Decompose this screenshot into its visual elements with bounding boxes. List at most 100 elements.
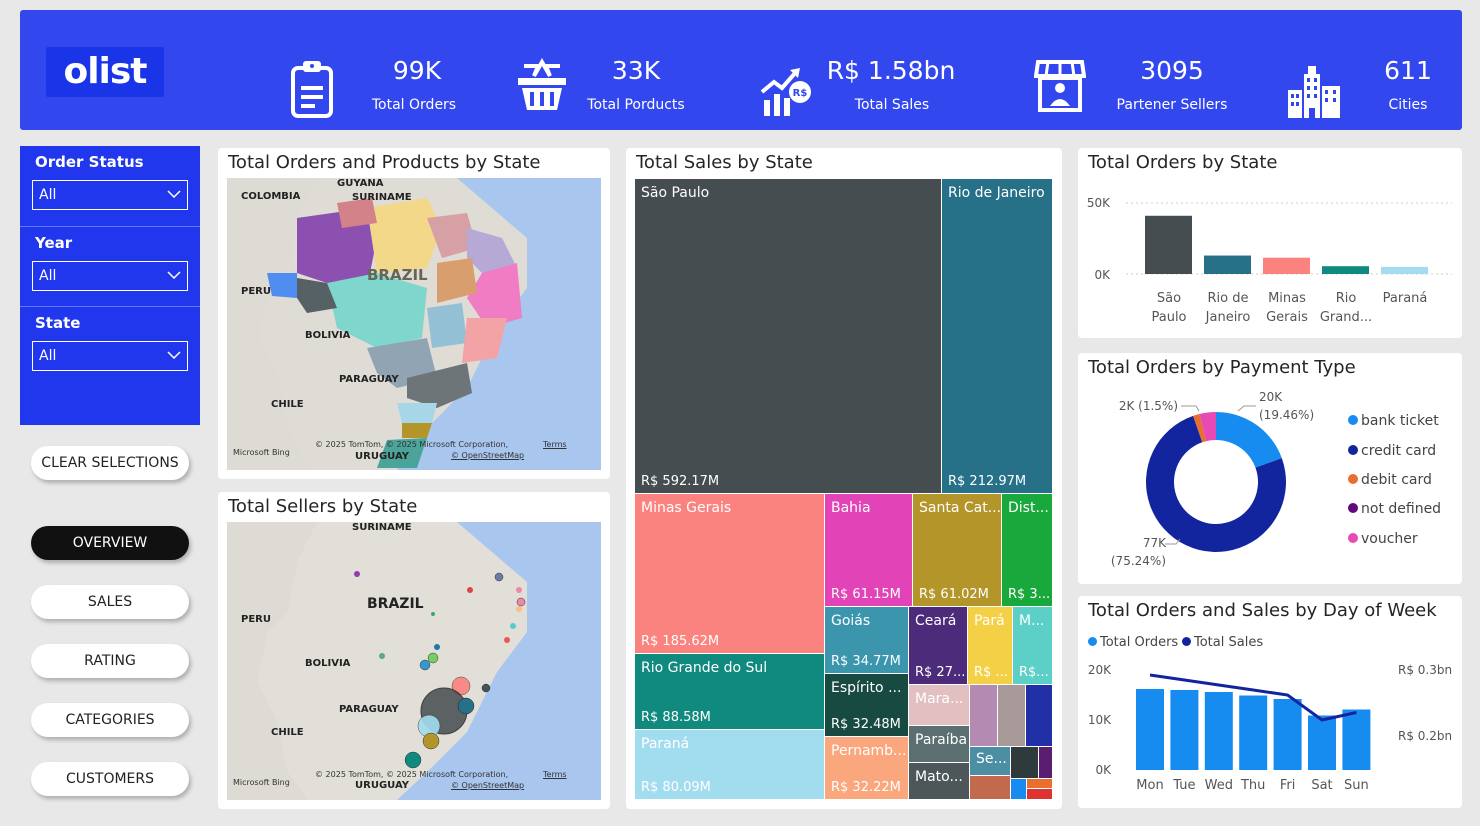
- legend-voucher[interactable]: voucher: [1348, 531, 1418, 547]
- tile-name: M...: [1019, 613, 1045, 629]
- sellers-bubble-map[interactable]: SURINAME BRAZIL PERU BOLIVIA PARAGUAY CH…: [227, 522, 601, 800]
- tile-value: R$...: [1019, 665, 1049, 680]
- clear-selections-button[interactable]: CLEAR SELECTIONS: [31, 446, 189, 480]
- tile-paraiba[interactable]: Paraíba: [909, 726, 969, 762]
- card-title: Total Orders and Products by State: [228, 152, 541, 173]
- tile-sao-paulo[interactable]: São Paulo R$ 592.17M: [635, 179, 941, 493]
- y-tick: 0K: [1094, 268, 1111, 282]
- kpi-value: 99K: [392, 56, 442, 85]
- map-label: BOLIVIA: [305, 658, 351, 669]
- nav-sales-button[interactable]: SALES: [31, 585, 189, 619]
- nav-customers-button[interactable]: CUSTOMERS: [31, 762, 189, 796]
- legend-label: credit card: [1361, 443, 1437, 459]
- osm-link[interactable]: © OpenStreetMap: [451, 451, 524, 460]
- state-filled-map[interactable]: GUYANA COLOMBIA SURINAME BRAZIL PERU BOL…: [227, 178, 601, 470]
- kpi-value: 3095: [1140, 56, 1204, 85]
- orders-by-state-chart[interactable]: 50K 0K São Paulo Rio de Janeiro Minas Ge…: [1078, 148, 1462, 338]
- bar-4[interactable]: [1381, 266, 1428, 274]
- bar-0[interactable]: [1145, 215, 1192, 274]
- nav-rating-button[interactable]: RATING: [31, 644, 189, 678]
- bar-1[interactable]: [1204, 255, 1251, 274]
- tile-name: Pará: [974, 613, 1005, 629]
- bar-Mon[interactable]: [1136, 689, 1164, 770]
- tile-name: Se...: [976, 751, 1007, 767]
- legend-debit-card[interactable]: debit card: [1348, 472, 1432, 488]
- tile-small-state[interactable]: [1027, 789, 1052, 799]
- tile-name: São Paulo: [641, 185, 710, 201]
- state-dropdown[interactable]: All: [32, 341, 188, 371]
- tile-maranhao[interactable]: Mara...: [909, 685, 969, 725]
- terms-link[interactable]: Terms: [543, 440, 567, 449]
- map-label: PERU: [241, 614, 271, 625]
- tile-value: R$ 88.58M: [641, 710, 711, 725]
- x-tick: Janeiro: [1205, 310, 1251, 325]
- map-label: URUGUAY: [355, 451, 409, 462]
- nav-overview-button[interactable]: OVERVIEW: [31, 526, 189, 560]
- year-dropdown[interactable]: All: [32, 261, 188, 291]
- svg-text:R$: R$: [793, 88, 808, 99]
- legend-credit-card[interactable]: credit card: [1348, 443, 1436, 459]
- bar-Sun[interactable]: [1342, 709, 1371, 771]
- x-tick: Mon: [1136, 778, 1163, 793]
- tile-bahia[interactable]: Bahia R$ 61.15M: [825, 494, 912, 606]
- tile-mato-grosso-do-sul[interactable]: M... R$...: [1013, 607, 1052, 684]
- tile-small-state[interactable]: [998, 685, 1025, 746]
- osm-link[interactable]: © OpenStreetMap: [451, 781, 524, 790]
- bar-3[interactable]: [1322, 266, 1369, 274]
- tile-value: R$ 32.48M: [831, 717, 901, 732]
- chevron-down-icon: [167, 190, 181, 198]
- bar-2[interactable]: [1263, 257, 1310, 274]
- tile-small-state[interactable]: [970, 685, 997, 746]
- x-tick: Tue: [1172, 778, 1195, 793]
- tile-value: R$ 80.09M: [641, 780, 711, 795]
- tile-santa-catarina[interactable]: Santa Cat... R$ 61.02M: [913, 494, 1001, 606]
- bar-Fri[interactable]: [1273, 699, 1302, 770]
- tile-ceara[interactable]: Ceará R$ 27...: [909, 607, 967, 684]
- tile-small-state[interactable]: [1039, 747, 1052, 778]
- nav-categories-button[interactable]: CATEGORIES: [31, 703, 189, 737]
- map-label: URUGUAY: [355, 780, 409, 791]
- map-label: PERU: [241, 286, 271, 297]
- clipboard-icon: [291, 61, 333, 118]
- tile-name: Rio de Janeiro: [948, 185, 1045, 201]
- tile-name: Pernamb...: [831, 743, 907, 759]
- tile-goias[interactable]: Goiás R$ 34.77M: [825, 607, 908, 673]
- bar-Wed[interactable]: [1204, 692, 1233, 770]
- legend-label: voucher: [1361, 531, 1418, 547]
- tile-name: Paraíba: [915, 732, 968, 748]
- tile-espirito-santo[interactable]: Espírito ... R$ 32.48M: [825, 674, 908, 736]
- tile-mato-grosso[interactable]: Mato...: [909, 763, 969, 799]
- legend-bank-ticket[interactable]: bank ticket: [1348, 413, 1439, 429]
- tile-distrito-federal[interactable]: Dist... R$ 3...: [1002, 494, 1052, 606]
- sales-growth-icon: R$: [760, 68, 811, 116]
- tile-small-state[interactable]: [1026, 685, 1052, 746]
- x-tick: Grand...: [1320, 310, 1372, 325]
- tile-rio-grande-do-sul[interactable]: Rio Grande do Sul R$ 88.58M: [635, 654, 824, 729]
- dropdown-value: All: [39, 268, 57, 284]
- tile-name: Paraná: [641, 736, 690, 752]
- tile-sergipe[interactable]: Se...: [970, 747, 1010, 775]
- bar-Sat[interactable]: [1308, 715, 1336, 771]
- kpi-value: R$ 1.58bn: [826, 56, 956, 85]
- x-tick: Thu: [1240, 778, 1265, 793]
- bar-Tue[interactable]: [1170, 690, 1199, 770]
- card-title: Total Sales by State: [636, 152, 813, 173]
- tile-small-state[interactable]: [970, 776, 1010, 799]
- tile-rio-de-janeiro[interactable]: Rio de Janeiro R$ 212.97M: [942, 179, 1052, 493]
- tile-parana[interactable]: Paraná R$ 80.09M: [635, 730, 824, 799]
- tile-pernambuco[interactable]: Pernamb... R$ 32.22M: [825, 737, 908, 799]
- tile-small-state[interactable]: [1011, 779, 1026, 799]
- terms-link[interactable]: Terms: [543, 770, 567, 779]
- filter-title: Year: [35, 234, 73, 252]
- legend-not-defined[interactable]: not defined: [1348, 501, 1441, 517]
- treemap[interactable]: São Paulo R$ 592.17M Rio de Janeiro R$ 212…: [635, 179, 1053, 799]
- tile-minas-gerais[interactable]: Minas Gerais R$ 185.62M: [635, 494, 824, 653]
- payment-donut-chart[interactable]: 2K (1.5%) 20K (19.46%) 77K (75.24%): [1078, 353, 1462, 584]
- day-of-week-combo-chart[interactable]: 20K 10K 0K R$ 0.3bn R$ 0.2bn Mon Tue Wed Th…: [1078, 596, 1462, 808]
- bar-Thu[interactable]: [1239, 695, 1268, 771]
- order-status-dropdown[interactable]: All: [32, 180, 188, 210]
- tile-small-state[interactable]: [1011, 747, 1038, 778]
- bing-logo: Microsoft Bing: [233, 448, 290, 457]
- tile-small-state[interactable]: [1027, 779, 1052, 788]
- tile-para[interactable]: Pará R$ ...: [968, 607, 1012, 684]
